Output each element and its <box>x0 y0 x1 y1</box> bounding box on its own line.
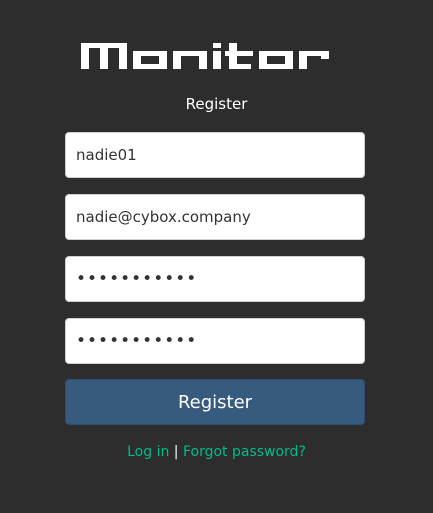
link-separator: | <box>173 444 179 460</box>
app-logo <box>0 38 433 82</box>
register-button[interactable]: Register <box>65 379 365 425</box>
confirm-password-input[interactable] <box>65 318 365 364</box>
login-link[interactable]: Log in <box>127 444 169 460</box>
username-input[interactable] <box>65 132 365 178</box>
email-input[interactable] <box>65 194 365 240</box>
monitor-logo-icon <box>80 43 329 69</box>
page-subtitle: Register <box>185 95 248 113</box>
password-input[interactable] <box>65 256 365 302</box>
auth-links: Log in | Forgot password? <box>0 442 433 462</box>
forgot-password-link[interactable]: Forgot password? <box>183 444 306 460</box>
